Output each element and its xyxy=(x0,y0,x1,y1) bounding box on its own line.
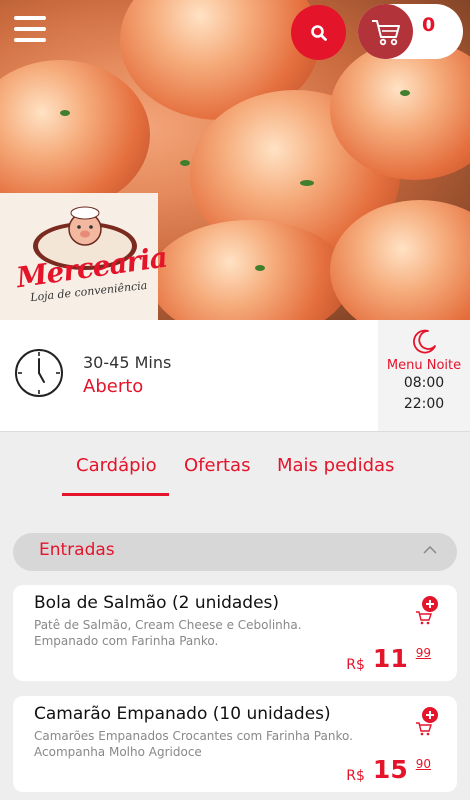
product-card[interactable]: Bola de Salmão (2 unidades) Patê de Salm… xyxy=(13,585,457,681)
active-tab-indicator xyxy=(62,493,169,496)
product-price: R$ 11 99 xyxy=(346,644,431,673)
schedule-label: Menu Noite xyxy=(386,358,462,373)
add-to-cart-icon[interactable] xyxy=(415,706,439,736)
chevron-up-icon xyxy=(423,545,437,554)
search-icon xyxy=(310,24,327,41)
category-header-entradas[interactable]: Entradas xyxy=(13,533,457,571)
tab-mais-pedidas[interactable]: Mais pedidas xyxy=(277,455,394,476)
price-cents: 99 xyxy=(415,646,431,660)
add-to-cart-icon[interactable] xyxy=(415,595,439,625)
price-currency: R$ xyxy=(346,657,365,673)
hamburger-menu-icon[interactable] xyxy=(14,16,46,42)
herb-garnish xyxy=(300,180,314,186)
schedule-open-time: 08:00 xyxy=(403,375,445,391)
cart-button[interactable]: 0 xyxy=(358,4,463,59)
price-currency: R$ xyxy=(346,768,365,784)
tab-ofertas[interactable]: Ofertas xyxy=(184,455,250,476)
store-info-bar: 30-45 Mins Aberto Menu Noite 08:00 22:00 xyxy=(0,320,470,432)
price-integer: 11 xyxy=(372,644,408,673)
herb-garnish xyxy=(255,265,265,271)
store-status: Aberto xyxy=(83,376,144,397)
delivery-time: 30-45 Mins xyxy=(83,353,172,372)
product-price: R$ 15 90 xyxy=(346,755,431,784)
moon-icon xyxy=(413,329,436,354)
herb-garnish xyxy=(400,90,410,96)
cart-count-badge: 0 xyxy=(422,14,436,36)
category-title: Entradas xyxy=(39,540,115,560)
clock-icon xyxy=(15,349,63,397)
store-logo: Mercearia Loja de conveniência xyxy=(0,193,169,320)
schedule-close-time: 22:00 xyxy=(403,396,445,412)
search-button[interactable] xyxy=(291,5,346,60)
product-name: Bola de Salmão (2 unidades) xyxy=(34,593,280,613)
product-card[interactable]: Camarão Empanado (10 unidades) Camarões … xyxy=(13,696,457,792)
price-cents: 90 xyxy=(415,757,431,771)
cart-icon-container xyxy=(358,4,413,59)
herb-garnish xyxy=(60,110,70,116)
product-description: Patê de Salmão, Cream Cheese e Cebolinha… xyxy=(34,618,302,648)
product-description: Camarões Empanados Crocantes com Farinha… xyxy=(34,729,353,759)
hero-food-shape xyxy=(0,60,150,210)
product-name: Camarão Empanado (10 unidades) xyxy=(34,704,331,724)
herb-garnish xyxy=(180,160,190,166)
schedule-panel: Menu Noite 08:00 22:00 xyxy=(378,320,470,431)
menu-tabs: Cardápio Ofertas Mais pedidas xyxy=(0,455,470,497)
shopping-cart-icon xyxy=(371,19,400,45)
price-integer: 15 xyxy=(372,755,408,784)
hero-banner: 0 Mercearia Loja de conveniência xyxy=(0,0,470,320)
tab-cardapio[interactable]: Cardápio xyxy=(76,455,157,476)
